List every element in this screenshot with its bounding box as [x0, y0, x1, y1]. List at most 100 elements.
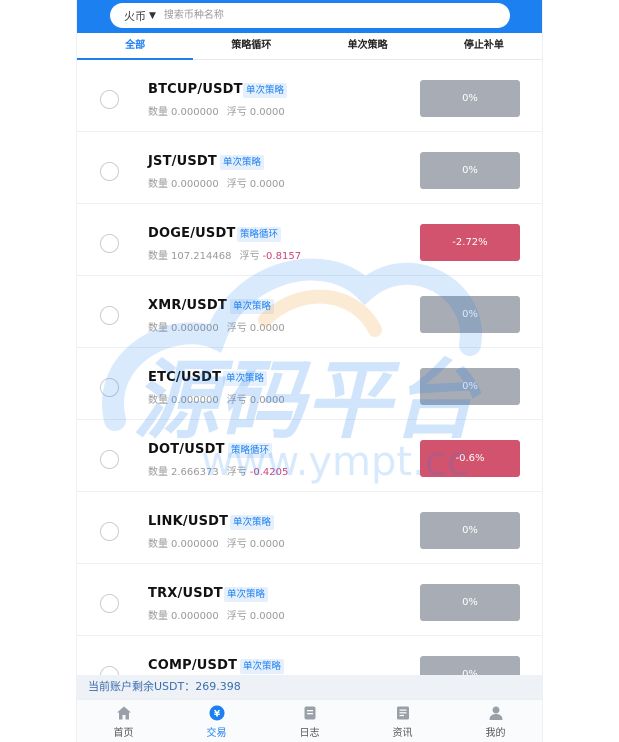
- pair-stats: 数量 0.000000 浮亏 0.0000: [148, 175, 285, 190]
- svg-text:¥: ¥: [213, 709, 220, 719]
- trading-pair-list: BTCUP/USDT 单次策略 数量 0.000000 浮亏 0.0000 0% JST/US…: [77, 60, 542, 708]
- percent-button[interactable]: 0%: [420, 152, 520, 189]
- home-icon: [116, 705, 132, 721]
- pair-stats: 数量 0.000000 浮亏 0.0000: [148, 607, 285, 622]
- percent-button[interactable]: -2.72%: [420, 224, 520, 261]
- pnl-value: -0.4205: [249, 467, 289, 478]
- pair-symbol: LINK/USDT: [148, 514, 229, 529]
- qty-value: 0.000000: [171, 539, 219, 550]
- tab-strategy-loop[interactable]: 策略循环: [193, 33, 309, 59]
- select-radio[interactable]: [100, 162, 119, 181]
- qty-value: 107.214468: [171, 251, 232, 262]
- list-item: XMR/USDT 单次策略 数量 0.000000 浮亏 0.0000 0%: [77, 276, 542, 348]
- pnl-value: 0.0000: [249, 395, 285, 406]
- strategy-tag: 单次策略: [230, 299, 275, 314]
- pnl-label: 浮亏: [226, 323, 247, 334]
- search-bar: 火币 ▼: [110, 3, 510, 28]
- nav-home[interactable]: 首页: [77, 700, 170, 742]
- qty-label: 数量: [148, 323, 168, 334]
- pair-stats: 数量 2.666373 浮亏 -0.4205: [148, 463, 288, 478]
- trade-icon: ¥: [209, 705, 225, 721]
- dropdown-arrow-icon: ▼: [149, 10, 156, 21]
- qty-label: 数量: [148, 107, 168, 118]
- top-bar: 火币 ▼: [77, 0, 542, 33]
- select-radio[interactable]: [100, 306, 119, 325]
- strategy-tag: 单次策略: [240, 659, 285, 674]
- percent-button[interactable]: 0%: [420, 80, 520, 117]
- percent-button[interactable]: -0.6%: [420, 440, 520, 477]
- qty-value: 0.000000: [171, 107, 219, 118]
- nav-profile[interactable]: 我的: [449, 700, 542, 742]
- user-icon: [488, 705, 504, 721]
- nav-news[interactable]: 资讯: [356, 700, 449, 742]
- filter-tabs: 全部 策略循环 单次策略 停止补单: [77, 33, 542, 60]
- bottom-nav: 首页 ¥ 交易 日志 资讯 我的: [77, 699, 542, 742]
- qty-label: 数量: [148, 395, 168, 406]
- nav-trade-label: 交易: [206, 727, 227, 739]
- strategy-tag: 单次策略: [243, 83, 288, 98]
- tab-all[interactable]: 全部: [77, 33, 194, 60]
- pair-symbol: COMP/USDT: [148, 658, 238, 673]
- pair-symbol: JST/USDT: [148, 154, 217, 169]
- select-radio[interactable]: [100, 90, 119, 109]
- pair-stats: 数量 0.000000 浮亏 0.0000: [148, 535, 285, 550]
- select-radio[interactable]: [100, 378, 119, 397]
- app-screen: 火币 ▼ 全部 策略循环 单次策略 停止补单 BTCUP/USDT单次策略数量0…: [76, 0, 543, 742]
- qty-value: 0.000000: [171, 179, 219, 190]
- qty-value: 2.666373: [171, 467, 219, 478]
- pair-stats: 数量 107.214468 浮亏 -0.8157: [148, 247, 301, 262]
- pnl-label: 浮亏: [226, 467, 247, 478]
- select-radio[interactable]: [100, 450, 119, 469]
- strategy-tag: 策略循环: [228, 443, 273, 458]
- qty-label: 数量: [148, 251, 168, 262]
- percent-button[interactable]: 0%: [420, 368, 520, 405]
- pnl-value: 0.0000: [249, 539, 285, 550]
- strategy-tag: 单次策略: [224, 587, 269, 602]
- qty-value: 0.000000: [171, 395, 219, 406]
- qty-label: 数量: [148, 467, 168, 478]
- pnl-label: 浮亏: [226, 107, 247, 118]
- search-input[interactable]: [161, 9, 466, 22]
- log-icon: [302, 705, 318, 721]
- nav-log[interactable]: 日志: [263, 700, 356, 742]
- tab-stop-replenish[interactable]: 停止补单: [426, 33, 542, 59]
- qty-label: 数量: [148, 611, 168, 622]
- qty-label: 数量: [148, 179, 168, 190]
- nav-log-label: 日志: [299, 727, 320, 739]
- nav-profile-label: 我的: [485, 727, 506, 739]
- list-item: TRX/USDT 单次策略数量 0.000000 浮亏 0.0000 0%: [77, 564, 542, 636]
- news-icon: [395, 705, 411, 721]
- list-item: LINK/USDT 单次策略数量 0.000000 浮亏 0.0000 0%: [77, 492, 542, 564]
- list-item: ETC/USDT 单次策略 数量 0.000000 浮亏 0.0000 0%: [77, 348, 542, 420]
- pnl-value: -0.8157: [262, 251, 302, 262]
- nav-home-label: 首页: [113, 727, 134, 739]
- tab-single-strategy[interactable]: 单次策略: [310, 33, 426, 59]
- pnl-label: 浮亏: [239, 251, 260, 262]
- percent-button[interactable]: 0%: [420, 296, 520, 333]
- exchange-selector[interactable]: 火币 ▼: [124, 8, 156, 24]
- pnl-label: 浮亏: [226, 539, 247, 550]
- pnl-label: 浮亏: [226, 611, 247, 622]
- list-item: JST/USDT 单次策略 数量 0.000000 浮亏 0.0000 0%: [77, 132, 542, 204]
- select-radio[interactable]: [100, 234, 119, 253]
- pair-symbol: TRX/USDT: [148, 586, 223, 601]
- qty-value: 0.000000: [171, 323, 219, 334]
- select-radio[interactable]: [100, 594, 119, 613]
- pair-symbol: ETC/USDT: [148, 370, 222, 385]
- exchange-label: 火币: [124, 9, 146, 23]
- strategy-tag: 单次策略: [230, 515, 275, 530]
- list-item: DOT/USDT 策略循环 数量 2.666373 浮亏 -0.4205 -0.6%: [77, 420, 542, 492]
- qty-label: 数量: [148, 539, 168, 550]
- percent-button[interactable]: 0%: [420, 584, 520, 621]
- list-item: BTCUP/USDT 单次策略 数量 0.000000 浮亏 0.0000 0%: [77, 60, 542, 132]
- account-balance: 当前账户剩余USDT：269.398: [77, 675, 542, 699]
- nav-trade[interactable]: ¥ 交易: [170, 700, 263, 742]
- percent-button[interactable]: 0%: [420, 512, 520, 549]
- pnl-value: 0.0000: [249, 611, 285, 622]
- qty-value: 0.000000: [171, 611, 219, 622]
- select-radio[interactable]: [100, 522, 119, 541]
- nav-news-label: 资讯: [392, 727, 413, 739]
- pnl-label: 浮亏: [226, 395, 247, 406]
- pnl-label: 浮亏: [226, 179, 247, 190]
- pair-symbol: DOGE/USDT: [148, 226, 236, 241]
